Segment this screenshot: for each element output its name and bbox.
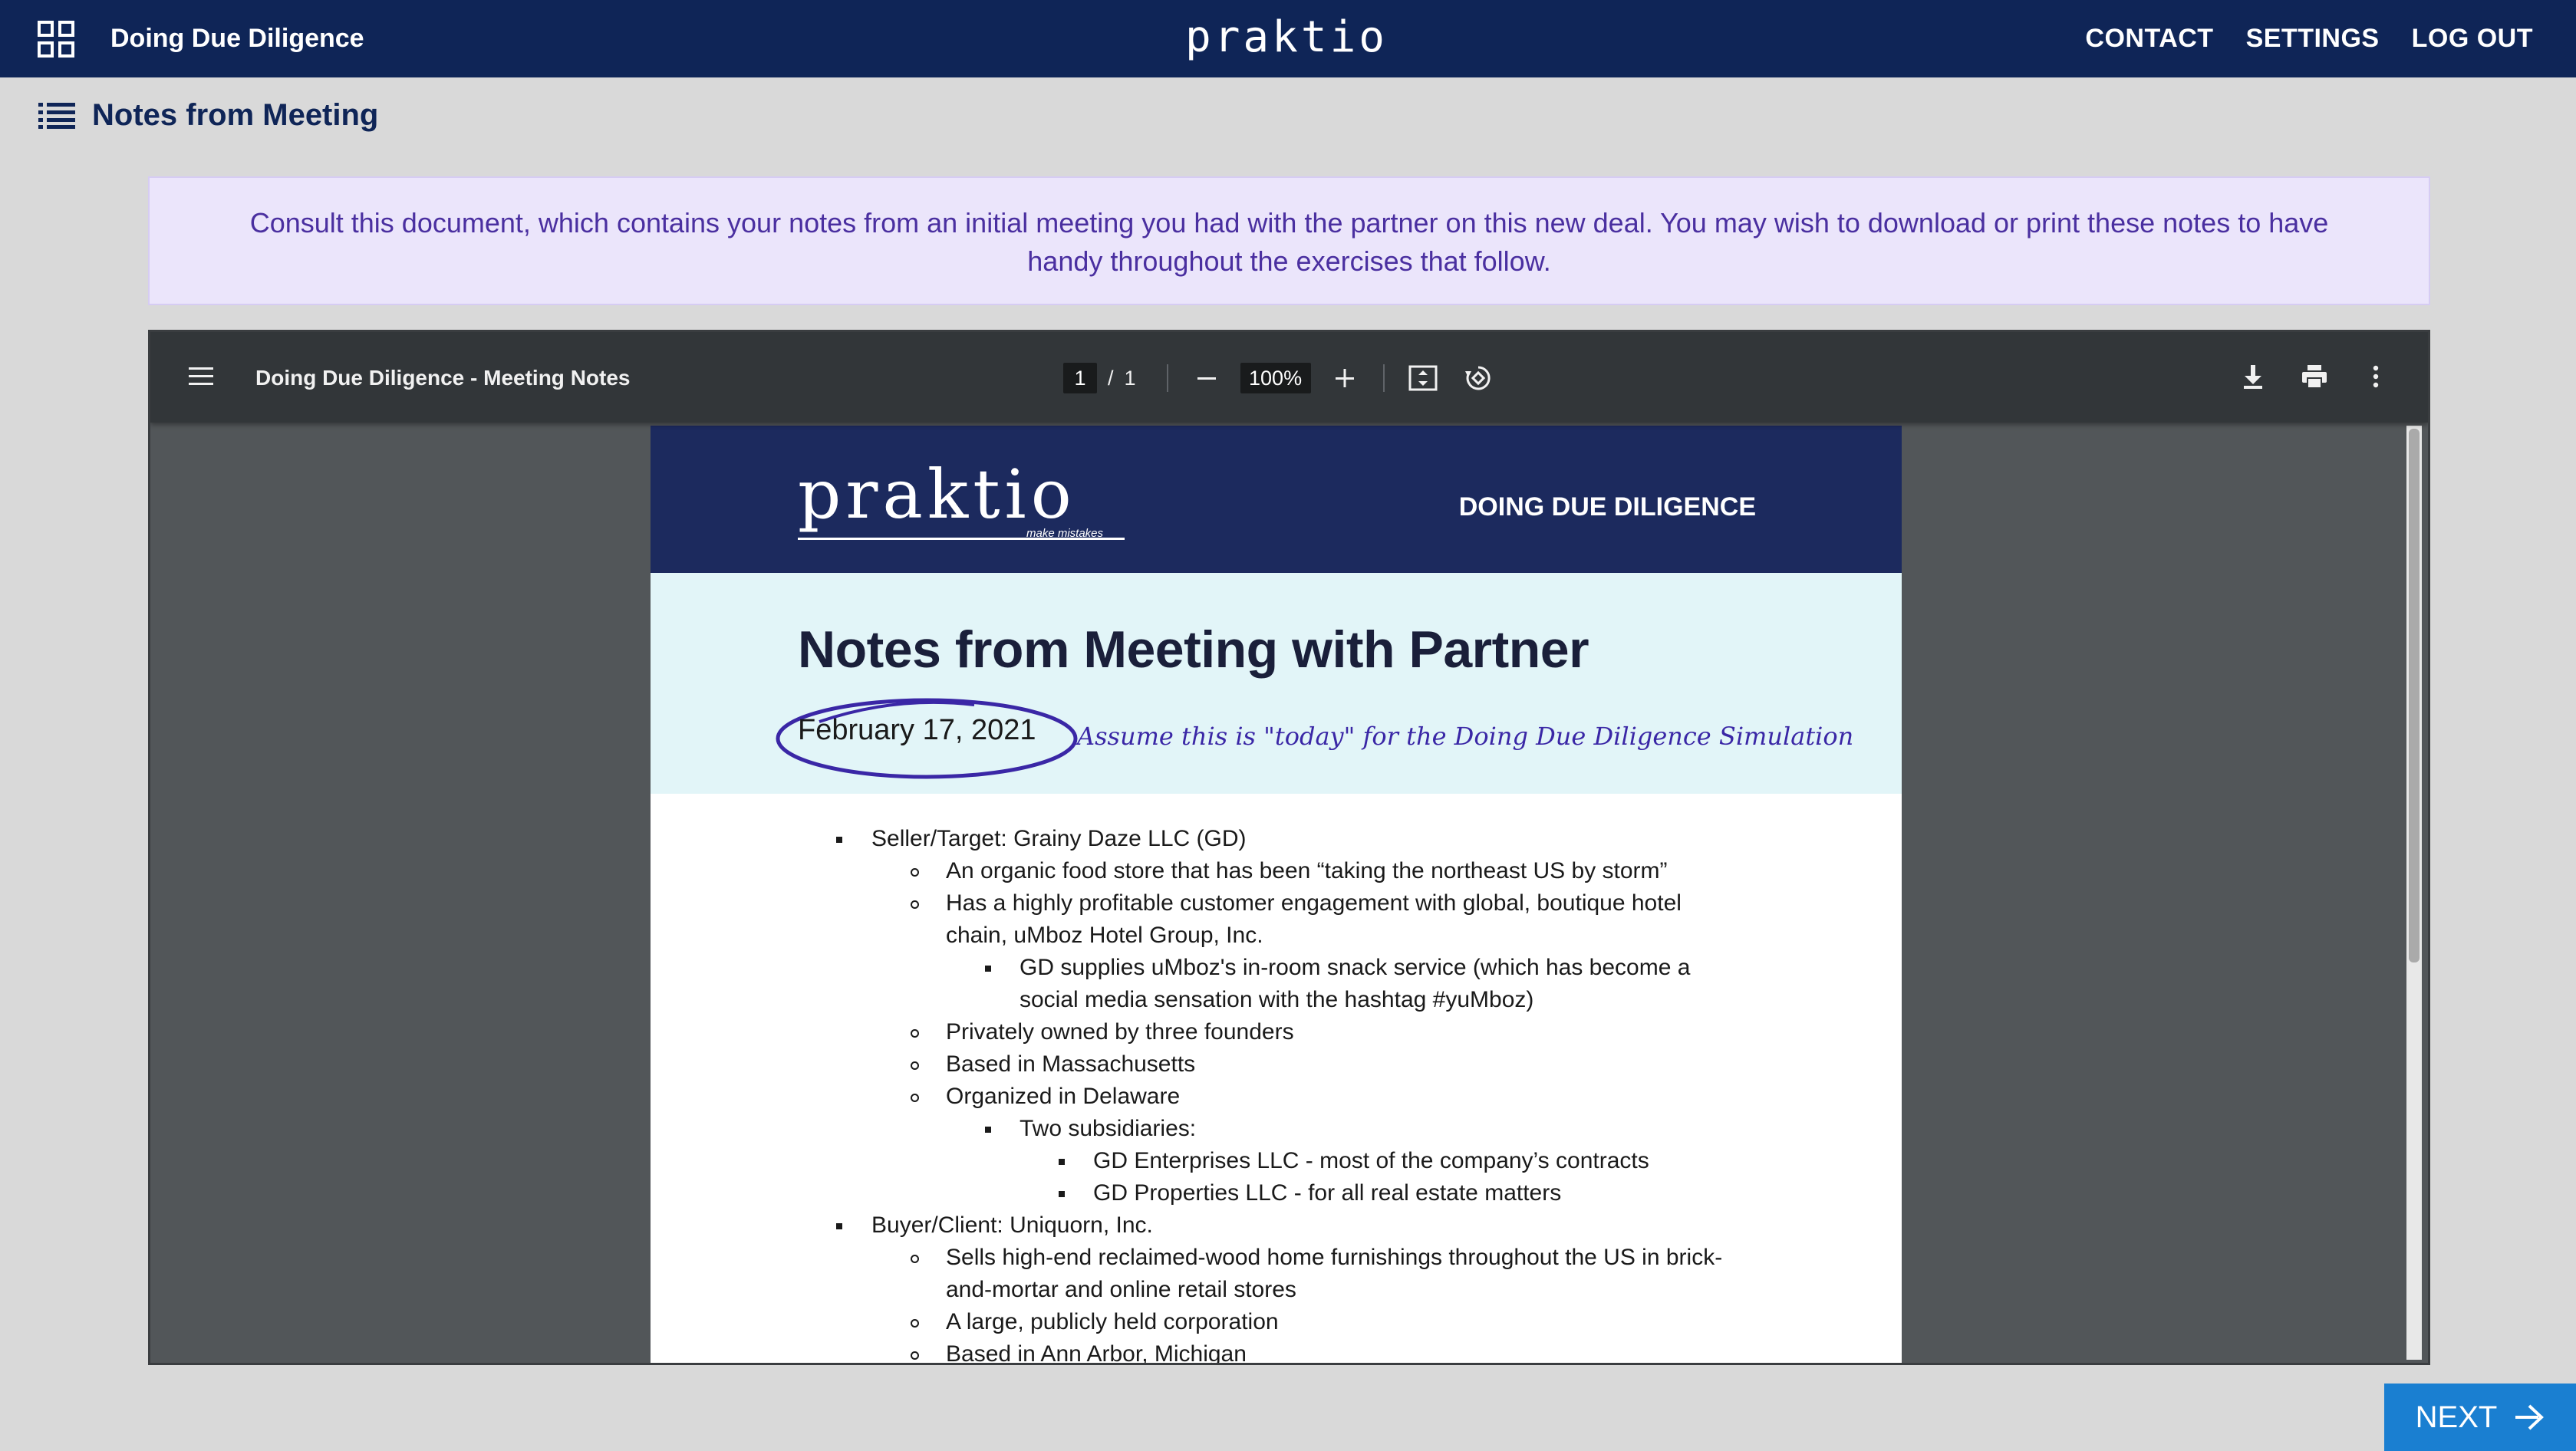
note-line: GD supplies uMboz's in-room snack servic… [1020,955,1691,980]
course-title: Doing Due Diligence [110,24,364,53]
note-line: A large, publicly held corporation [946,1309,1279,1334]
section-title: Notes from Meeting [92,98,379,132]
toolbar-divider [1166,364,1168,392]
document-title: Notes from Meeting with Partner [798,620,1589,679]
next-button[interactable]: NEXT [2384,1384,2576,1451]
page-number-input[interactable]: 1 [1063,363,1097,393]
note-line: Two subsidiaries: [1020,1116,1197,1141]
note-line: GD Properties LLC - for all real estate … [1093,1180,1562,1206]
print-icon [2302,365,2327,389]
document-date: February 17, 2021 [798,714,1036,746]
note-line: An organic food store that has been “tak… [946,858,1668,883]
rotate-button[interactable] [1460,360,1497,396]
bullet-circle [911,1351,919,1360]
next-label: NEXT [2415,1400,2498,1434]
note-line: and-mortar and online retail stores [946,1277,1296,1302]
apps-grid-icon[interactable] [37,20,75,58]
zoom-input[interactable]: 100% [1240,363,1311,393]
print-button[interactable] [2296,358,2333,395]
arrow-right-icon [2515,1404,2545,1430]
download-icon [2244,365,2262,389]
section-header: Notes from Meeting [38,95,378,135]
bullet-circle [911,1029,919,1038]
note-line: social media sensation with the hashtag … [1020,987,1534,1012]
minus-icon [1197,377,1216,380]
page-total: 1 [1124,366,1136,390]
handwritten-annotation: Assume this is "today" for the Doing Due… [1077,722,1854,751]
bullet-circle [911,1319,919,1328]
note-line: Buyer/Client: Uniquorn, Inc. [871,1212,1153,1238]
bullet-square [836,1223,842,1229]
fit-page-icon [1408,365,1438,391]
document-title-band: Notes from Meeting with Partner February… [651,573,1902,794]
download-button[interactable] [2235,358,2271,395]
toolbar-divider [1382,364,1385,392]
bullet-circle [911,1094,919,1102]
bullet-square [985,1127,991,1133]
brand-logo[interactable]: praktio [1185,11,1388,64]
more-vert-icon [2373,365,2379,388]
bullet-circle [911,868,919,877]
menu-icon[interactable] [189,366,213,387]
note-line: Seller/Target: Grainy Daze LLC (GD) [871,826,1247,851]
note-line: Based in Ann Arbor, Michigan [946,1341,1247,1365]
bullet-square [1059,1191,1065,1197]
bullet-circle [911,1255,919,1263]
settings-link[interactable]: SETTINGS [2246,21,2380,55]
rotate-icon [1464,366,1491,390]
more-options-button[interactable] [2357,358,2394,395]
document-course: DOING DUE DILIGENCE [1458,492,1756,522]
pdf-actions [2235,358,2394,395]
instruction-banner: Consult this document, which contains yo… [148,176,2430,305]
pdf-viewer: Doing Due Diligence - Meeting Notes 1 / … [148,330,2430,1365]
pdf-page-controls: 1 / 1 100% [1063,360,1497,396]
note-line: Has a highly profitable customer engagem… [946,890,1682,916]
top-nav: Doing Due Diligence praktio CONTACT SETT… [0,0,2576,77]
pdf-toolbar: Doing Due Diligence - Meeting Notes 1 / … [150,332,2428,423]
bullet-square [836,837,842,843]
document-tagline: make mistakes [1026,527,1104,540]
list-icon[interactable] [38,101,75,129]
plus-icon [1335,369,1354,387]
scrollbar-thumb[interactable] [2409,429,2420,962]
zoom-out-button[interactable] [1188,360,1225,396]
document-logo: praktio [798,455,1076,534]
note-line: chain, uMboz Hotel Group, Inc. [946,923,1263,948]
contact-link[interactable]: CONTACT [2085,21,2213,55]
bullet-circle [911,1061,919,1070]
bullet-square [1059,1159,1065,1165]
note-line: Privately owned by three founders [946,1019,1294,1045]
note-line: GD Enterprises LLC - most of the company… [1093,1148,1649,1173]
bullet-circle [911,900,919,909]
pdf-title: Doing Due Diligence - Meeting Notes [255,366,631,390]
bullet-square [985,966,991,972]
document-header: praktio make mistakes DOING DUE DILIGENC… [651,426,1902,573]
pdf-scrollbar[interactable] [2406,426,2422,1360]
fit-page-button[interactable] [1405,360,1441,396]
note-line: Organized in Delaware [946,1084,1181,1109]
zoom-in-button[interactable] [1326,360,1363,396]
note-line: Sells high-end reclaimed-wood home furni… [946,1245,1723,1270]
logout-link[interactable]: LOG OUT [2412,21,2533,55]
note-line: Based in Massachusetts [946,1051,1196,1077]
page-separator: / [1108,366,1114,390]
pdf-page: praktio make mistakes DOING DUE DILIGENC… [651,426,1902,1365]
nav-links: CONTACT SETTINGS LOG OUT [2085,21,2533,55]
